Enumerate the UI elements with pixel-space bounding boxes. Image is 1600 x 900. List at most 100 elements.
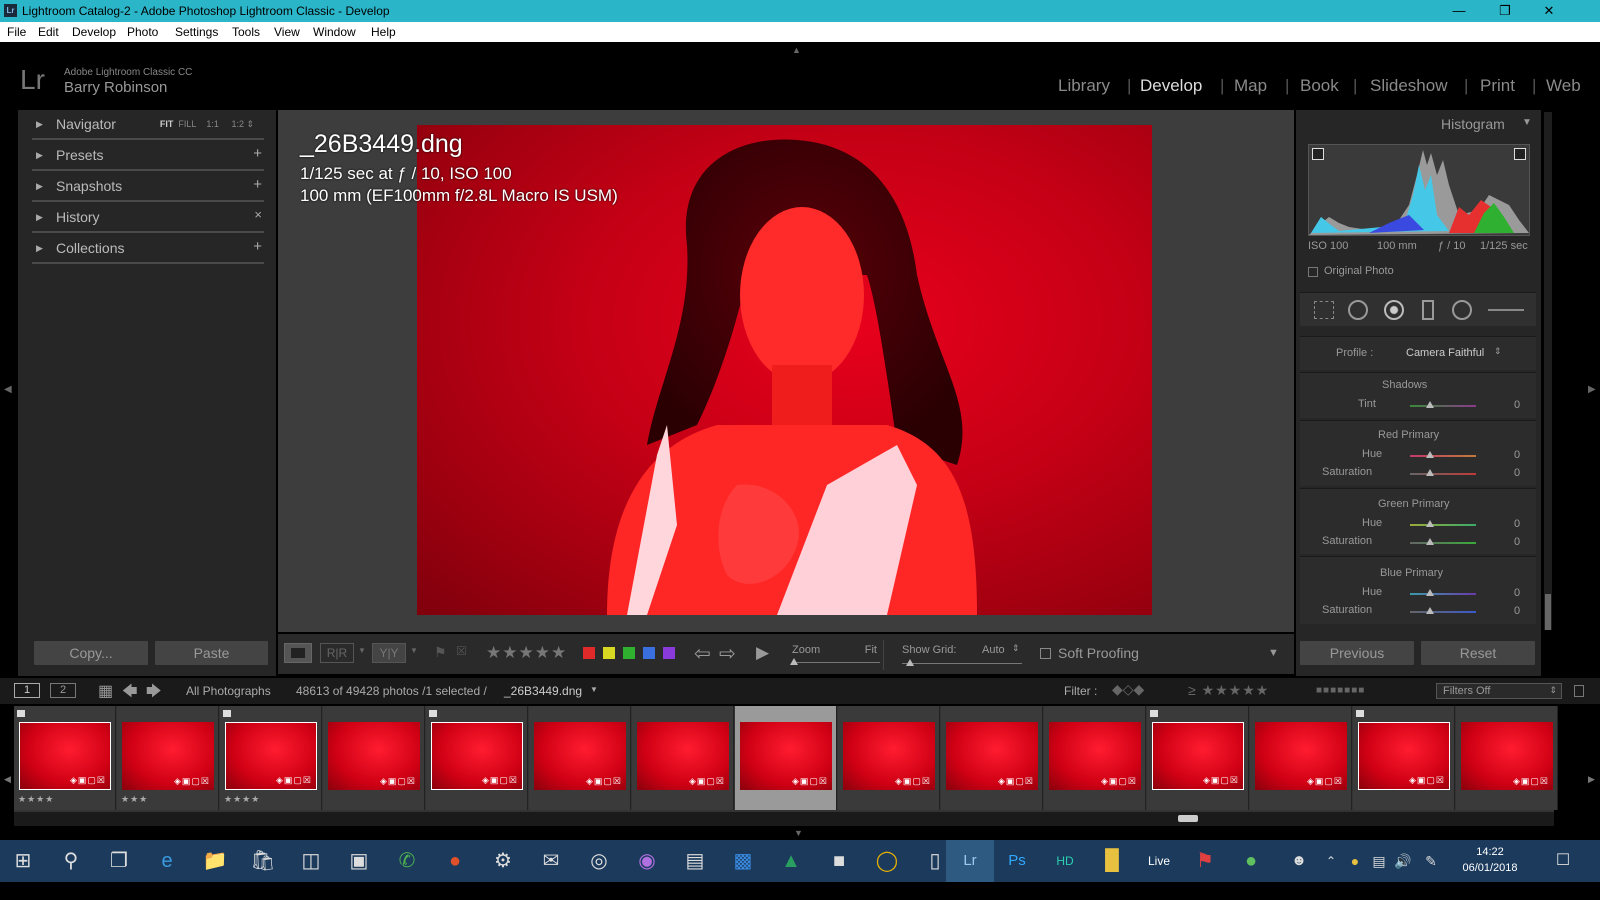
blue-hue-thumb[interactable] xyxy=(1426,589,1434,596)
secondary-window-button[interactable]: 2 xyxy=(50,683,76,698)
updown-icon[interactable]: ⇕ xyxy=(1012,643,1020,654)
app-icon[interactable]: ■ xyxy=(816,840,862,882)
thumbnail-image[interactable]: ◈▣▢☒ xyxy=(1358,722,1450,790)
app-icon[interactable]: ⚑ xyxy=(1182,840,1228,882)
bottom-panel-toggle-icon[interactable]: ▼ xyxy=(794,828,803,838)
filmstrip-thumbnail[interactable]: ◈▣▢☒ xyxy=(529,706,631,810)
right-panel-toggle-icon[interactable]: ▶ xyxy=(1588,384,1596,395)
histogram-collapse-icon[interactable]: ▼ xyxy=(1522,117,1532,128)
filmstrip-thumbnail[interactable]: ◈▣▢☒ ★★★★ xyxy=(220,706,322,810)
thumbnail-image[interactable]: ◈▣▢☒ xyxy=(1049,722,1141,790)
green-hue-slider[interactable] xyxy=(1410,524,1476,526)
loupe-view-icon[interactable] xyxy=(284,643,312,663)
green-saturation-thumb[interactable] xyxy=(1426,538,1434,545)
toolbar-menu-icon[interactable]: ▼ xyxy=(1268,647,1279,659)
thumbnail-image[interactable]: ◈▣▢☒ xyxy=(946,722,1038,790)
search-icon[interactable]: ⚲ xyxy=(48,840,94,882)
spot-removal-icon[interactable] xyxy=(1348,300,1368,320)
photoshop-taskbar-icon[interactable]: Ps xyxy=(994,840,1040,882)
network-icon[interactable]: ▤ xyxy=(1366,840,1392,882)
zoom-slider[interactable] xyxy=(792,662,880,663)
chrome-icon[interactable]: ◯ xyxy=(864,840,910,882)
menu-view[interactable]: View xyxy=(274,25,300,39)
chart-icon[interactable]: ▉ xyxy=(1090,840,1136,882)
menu-settings[interactable]: Settings xyxy=(175,25,218,39)
navigator-header[interactable]: ▶ Navigator FIT FILL 1:1 1:2 ⇕ xyxy=(32,110,264,140)
color-filter-icon[interactable]: ■■■■■■■ xyxy=(1316,685,1365,696)
source-label[interactable]: All Photographs xyxy=(186,684,271,698)
shadows-tint-value[interactable]: 0 xyxy=(1514,399,1520,411)
menu-file[interactable]: File xyxy=(7,25,26,39)
add-preset-icon[interactable]: + xyxy=(253,145,262,162)
red-hue-value[interactable]: 0 xyxy=(1514,449,1520,461)
zoom-slider-thumb[interactable] xyxy=(790,658,798,665)
flag-filter-icon[interactable]: ◆◇◆ xyxy=(1112,681,1144,698)
top-panel-toggle-icon[interactable]: ▲ xyxy=(792,45,801,55)
edge-icon[interactable]: e xyxy=(144,840,190,882)
menu-photo[interactable]: Photo xyxy=(127,25,158,39)
app-icon[interactable]: HD xyxy=(1042,840,1088,882)
thumbnail-image[interactable]: ◈▣▢☒ xyxy=(637,722,729,790)
whatsapp-icon[interactable]: ✆ xyxy=(384,840,430,882)
tray-icon[interactable]: ● xyxy=(1342,840,1368,882)
thumbnail-image[interactable]: ◈▣▢☒ xyxy=(122,722,214,790)
navigator-zoom-options[interactable]: FIT FILL 1:1 1:2 ⇕ xyxy=(160,119,254,130)
previous-photo-icon[interactable]: ⇦ xyxy=(694,641,711,666)
thumbnail-image[interactable]: ◈▣▢☒ xyxy=(1255,722,1347,790)
app-icon[interactable]: ● xyxy=(432,840,478,882)
back-arrow-icon[interactable]: 🡄 xyxy=(122,681,138,706)
green-saturation-value[interactable]: 0 xyxy=(1514,536,1520,548)
clock-time[interactable]: 14:22 xyxy=(1450,846,1530,858)
chevron-down-icon[interactable]: ▼ xyxy=(590,685,598,694)
module-print[interactable]: Print xyxy=(1480,76,1515,96)
menu-edit[interactable]: Edit xyxy=(38,25,59,39)
thumbnail-image[interactable]: ◈▣▢☒ xyxy=(740,722,832,790)
filmstrip-thumbnail[interactable]: ◈▣▢☒ ★★★ xyxy=(117,706,219,810)
profile-value[interactable]: Camera Faithful xyxy=(1406,347,1484,359)
menu-help[interactable]: Help xyxy=(371,25,396,39)
presets-header[interactable]: ▶ Presets + xyxy=(32,141,264,171)
green-hue-value[interactable]: 0 xyxy=(1514,518,1520,530)
file-explorer-icon[interactable]: 📁 xyxy=(192,840,238,882)
grid-view-icon[interactable]: ▦ xyxy=(98,681,113,701)
green-hue-thumb[interactable] xyxy=(1426,520,1434,527)
copy-button[interactable]: Copy... xyxy=(34,641,148,665)
menu-tools[interactable]: Tools xyxy=(232,25,260,39)
before-after-split-icon[interactable]: Y|Y xyxy=(372,643,406,663)
store-icon[interactable]: 🛍 xyxy=(240,840,286,882)
thumbnail-image[interactable]: ◈▣▢☒ xyxy=(328,722,420,790)
green-saturation-slider[interactable] xyxy=(1410,542,1476,544)
current-file[interactable]: _26B3449.dng xyxy=(504,684,582,698)
filmstrip-thumbnail[interactable]: ◈▣▢☒ xyxy=(1456,706,1558,810)
app-icon[interactable]: ◉ xyxy=(624,840,670,882)
blue-hue-slider[interactable] xyxy=(1410,593,1476,595)
color-label-blue[interactable] xyxy=(643,647,655,659)
filmstrip-scroll-left-icon[interactable]: ◀ xyxy=(4,774,11,785)
rating-filter-icon[interactable]: ≥ ★★★★★ xyxy=(1188,682,1269,699)
filmstrip-thumbnail[interactable]: ◈▣▢☒ xyxy=(838,706,940,810)
thumbnail-image[interactable]: ◈▣▢☒ xyxy=(843,722,935,790)
lightroom-taskbar-icon[interactable]: Lr xyxy=(946,840,994,882)
updown-icon[interactable]: ⇕ xyxy=(1494,346,1502,357)
red-hue-slider[interactable] xyxy=(1410,455,1476,457)
star-rating[interactable]: ★★★★★ xyxy=(486,643,567,663)
soft-proofing-checkbox[interactable] xyxy=(1040,648,1051,659)
red-eye-icon[interactable] xyxy=(1384,300,1404,320)
module-map[interactable]: Map xyxy=(1234,76,1267,96)
filmstrip-scroll-right-icon[interactable]: ▶ xyxy=(1588,774,1595,785)
highlight-clipping-icon[interactable] xyxy=(1514,148,1526,160)
right-panel-scrollbar[interactable] xyxy=(1544,112,1552,630)
module-develop[interactable]: Develop xyxy=(1140,76,1202,96)
app-icon[interactable]: ▣ xyxy=(336,840,382,882)
thumbnail-image[interactable]: ◈▣▢☒ xyxy=(225,722,317,790)
color-label-purple[interactable] xyxy=(663,647,675,659)
filmstrip-scrollbar[interactable] xyxy=(14,812,1554,826)
shadows-tint-slider[interactable] xyxy=(1410,405,1476,407)
radial-filter-icon[interactable] xyxy=(1452,300,1472,320)
chevron-down-icon[interactable]: ▼ xyxy=(410,646,418,655)
camera-icon[interactable]: ◎ xyxy=(576,840,622,882)
play-slideshow-icon[interactable]: ▶ xyxy=(756,643,769,663)
app-icon[interactable]: ◫ xyxy=(288,840,334,882)
main-window-button[interactable]: 1 xyxy=(14,683,40,698)
red-saturation-thumb[interactable] xyxy=(1426,469,1434,476)
